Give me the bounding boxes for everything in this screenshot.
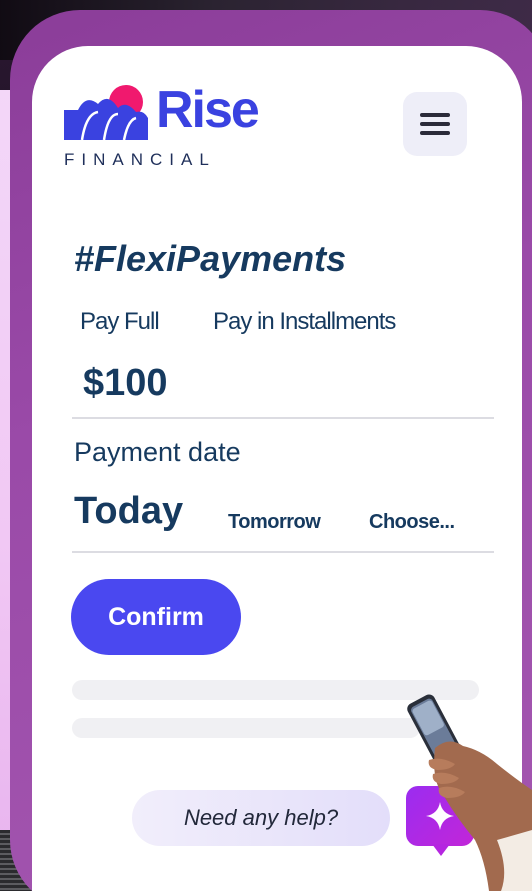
loading-placeholder [72,718,420,738]
hand-holding-phone-image [407,694,532,891]
logo-subtitle: FINANCIAL [64,150,216,169]
hamburger-menu-icon [420,122,450,126]
pay-installments-option[interactable]: Pay in Installments [213,308,396,336]
pay-full-option[interactable]: Pay Full [80,308,160,336]
page-title: #FlexiPayments [74,238,347,279]
brand-logo[interactable]: Rise FINANCIAL [64,81,274,174]
payment-amount: $100 [83,362,168,404]
date-option-choose[interactable]: Choose... [369,511,455,534]
logo-wordmark: Rise [156,81,260,139]
menu-button[interactable] [403,92,467,156]
hamburger-menu-icon [420,113,450,117]
help-chat-bubble[interactable]: Need any help? [132,790,390,846]
divider [72,551,494,553]
help-text: Need any help? [183,805,339,830]
hamburger-menu-icon [420,131,450,135]
logo-mark-icon [64,85,148,140]
divider [72,417,494,419]
date-option-today[interactable]: Today [74,490,183,533]
confirm-button[interactable]: Confirm [71,579,241,655]
payment-date-label: Payment date [74,437,241,467]
date-option-tomorrow[interactable]: Tomorrow [228,511,321,534]
